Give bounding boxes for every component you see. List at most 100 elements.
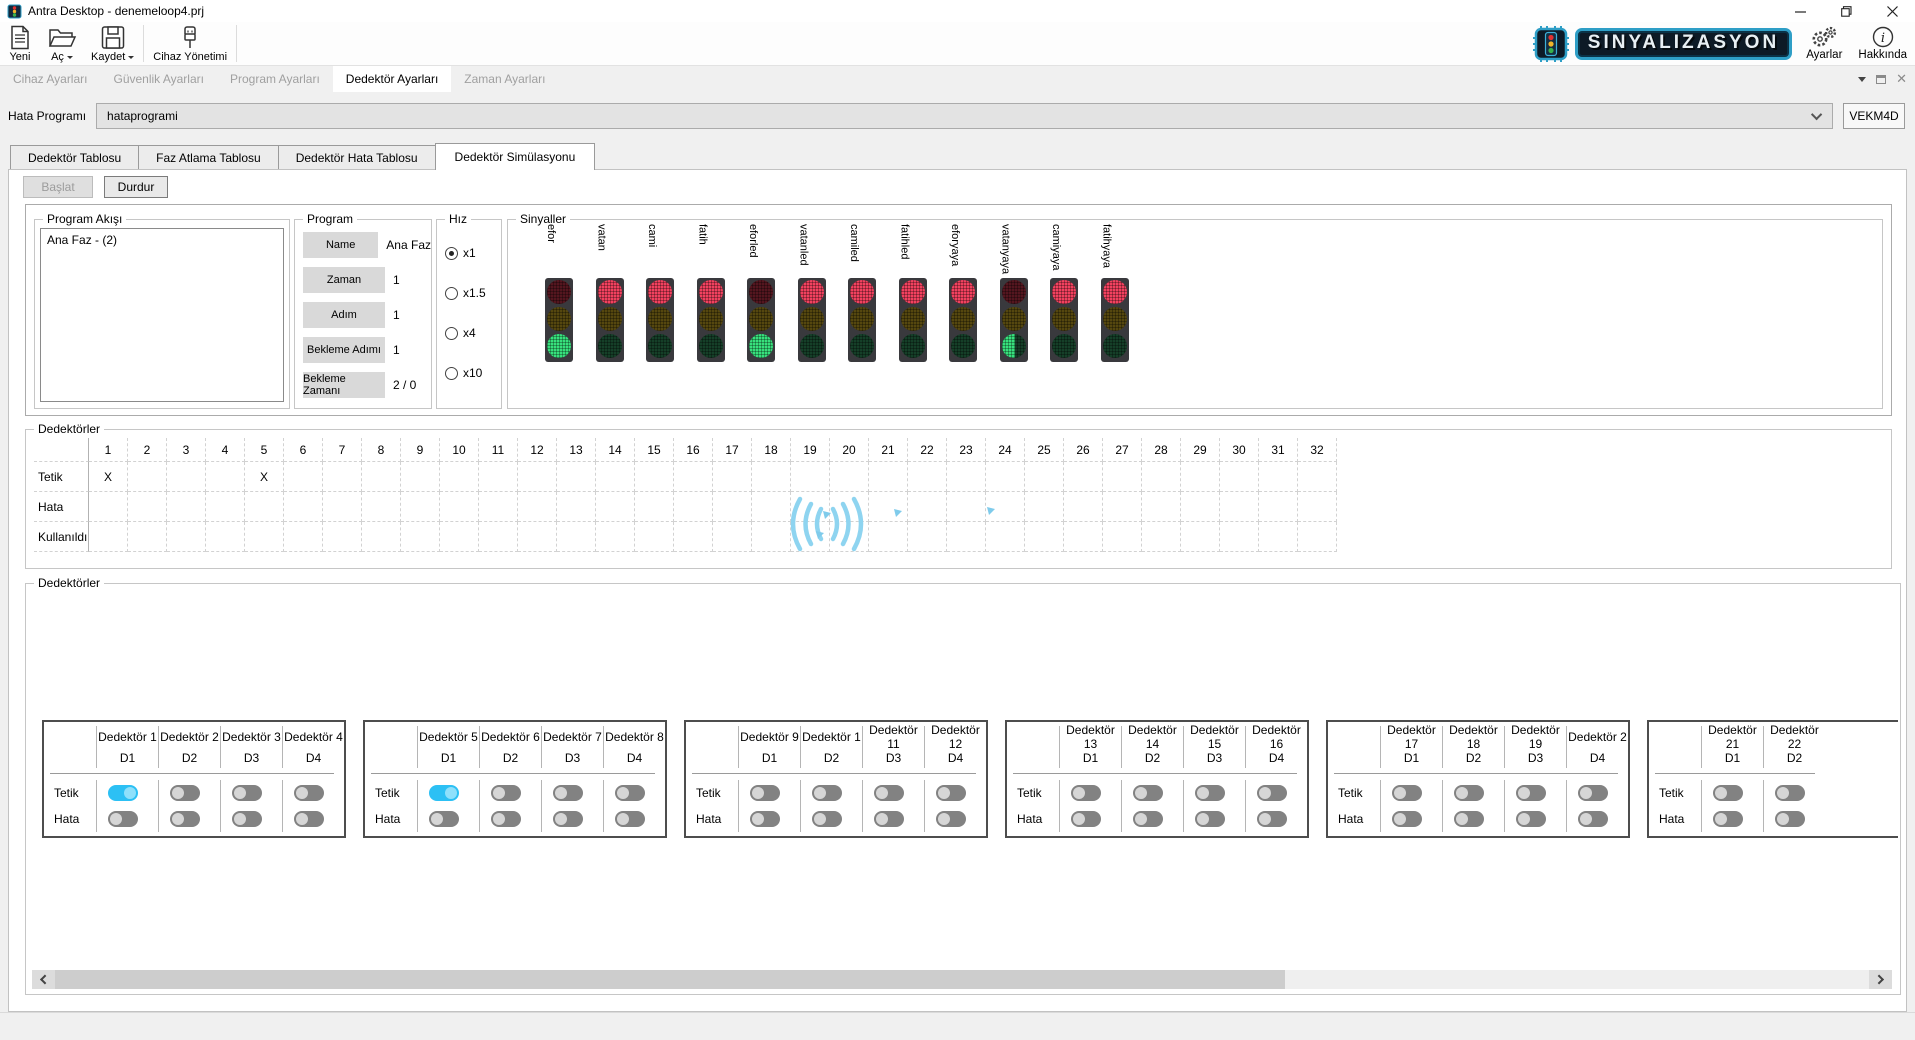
main-tab-5[interactable]: Zaman Ayarları: [451, 66, 558, 92]
hata-toggle[interactable]: [1133, 811, 1163, 827]
horizontal-scrollbar[interactable]: [32, 970, 1892, 989]
start-button[interactable]: Başlat: [23, 176, 93, 198]
tetik-toggle[interactable]: [232, 785, 262, 801]
save-dropdown-icon[interactable]: [128, 56, 134, 62]
tetik-toggle[interactable]: [294, 785, 324, 801]
sub-tab-4[interactable]: Dedektör Simülasyonu: [435, 143, 596, 170]
hata-toggle[interactable]: [1071, 811, 1101, 827]
hata-toggle[interactable]: [1257, 811, 1287, 827]
new-button[interactable]: Yeni: [0, 22, 40, 65]
hata-toggle[interactable]: [812, 811, 842, 827]
error-program-combobox[interactable]: hataprogrami: [96, 103, 1833, 129]
tetik-toggle[interactable]: [1133, 785, 1163, 801]
chevron-down-icon[interactable]: [1811, 109, 1822, 120]
scrollbar-track[interactable]: [55, 970, 1869, 989]
speed-option[interactable]: x1.5: [445, 286, 501, 300]
main-tab-2[interactable]: Güvenlik Ayarları: [100, 66, 217, 92]
device-id-button[interactable]: VEKM4D: [1843, 103, 1905, 129]
save-button[interactable]: Kaydet: [84, 22, 141, 65]
tetik-toggle[interactable]: [491, 785, 521, 801]
tetik-toggle[interactable]: [874, 785, 904, 801]
speed-option[interactable]: x1: [445, 246, 501, 260]
program-field-value: 1: [393, 273, 400, 287]
tetik-toggle[interactable]: [108, 785, 138, 801]
radio-icon[interactable]: [445, 367, 458, 380]
sub-tab-2[interactable]: Faz Atlama Tablosu: [138, 145, 279, 169]
stop-button[interactable]: Durdur: [104, 176, 168, 198]
detector-cell: [947, 492, 986, 522]
hata-toggle[interactable]: [1578, 811, 1608, 827]
tetik-toggle[interactable]: [615, 785, 645, 801]
hata-toggle[interactable]: [874, 811, 904, 827]
settings-button[interactable]: Ayarlar: [1804, 26, 1844, 61]
chevron-left-icon: [40, 975, 50, 985]
tetik-toggle[interactable]: [170, 785, 200, 801]
hata-toggle[interactable]: [615, 811, 645, 827]
sub-tab-1[interactable]: Dedektör Tablosu: [10, 145, 139, 169]
main-tab-4[interactable]: Dedektör Ayarları: [333, 66, 452, 92]
hata-toggle[interactable]: [1454, 811, 1484, 827]
error-program-label: Hata Programı: [8, 109, 86, 123]
tetik-toggle[interactable]: [429, 785, 459, 801]
tetik-toggle[interactable]: [553, 785, 583, 801]
speed-option[interactable]: x4: [445, 326, 501, 340]
hata-toggle[interactable]: [936, 811, 966, 827]
tetik-row-label: Tetik: [1651, 780, 1701, 806]
toolbar-button-label: Aç: [51, 51, 64, 63]
radio-icon[interactable]: [445, 247, 458, 260]
hata-toggle[interactable]: [294, 811, 324, 827]
hata-toggle[interactable]: [1713, 811, 1743, 827]
program-flow-item[interactable]: Ana Faz - (2): [47, 232, 277, 248]
detector-cell: [1142, 462, 1181, 492]
tetik-toggle[interactable]: [750, 785, 780, 801]
main-tab-3[interactable]: Program Ayarları: [217, 66, 333, 92]
tetik-toggle[interactable]: [1775, 785, 1805, 801]
hata-toggle[interactable]: [232, 811, 262, 827]
tetik-toggle[interactable]: [936, 785, 966, 801]
hata-toggle[interactable]: [1516, 811, 1546, 827]
radio-icon[interactable]: [445, 287, 458, 300]
hata-toggle[interactable]: [429, 811, 459, 827]
scroll-right-button[interactable]: [1869, 970, 1892, 989]
main-tab-1[interactable]: Cihaz Ayarları: [0, 66, 100, 92]
sub-tab-3[interactable]: Dedektör Hata Tablosu: [278, 145, 436, 169]
tetik-toggle[interactable]: [1713, 785, 1743, 801]
tetik-toggle[interactable]: [1454, 785, 1484, 801]
hata-toggle[interactable]: [750, 811, 780, 827]
tetik-toggle[interactable]: [1195, 785, 1225, 801]
column-header: 28: [1142, 438, 1181, 462]
open-dropdown-icon[interactable]: [67, 56, 73, 62]
tetik-toggle[interactable]: [1392, 785, 1422, 801]
device-management-button[interactable]: Cihaz Yönetimi: [146, 22, 234, 65]
hata-toggle[interactable]: [1195, 811, 1225, 827]
tetik-toggle[interactable]: [1071, 785, 1101, 801]
tetik-toggle[interactable]: [812, 785, 842, 801]
tetik-toggle[interactable]: [1257, 785, 1287, 801]
tab-list-dropdown-icon[interactable]: [1858, 77, 1866, 86]
restore-icon[interactable]: [1823, 0, 1869, 22]
about-button[interactable]: i Hakkında: [1856, 26, 1909, 61]
open-button[interactable]: Aç: [40, 22, 84, 65]
detector-title: Dedektör 9: [738, 726, 800, 748]
hata-toggle[interactable]: [553, 811, 583, 827]
float-window-icon[interactable]: [1876, 75, 1886, 84]
tetik-toggle[interactable]: [1516, 785, 1546, 801]
speed-option[interactable]: x10: [445, 366, 501, 380]
scrollbar-thumb[interactable]: [55, 970, 1285, 989]
panel-separator: [367, 768, 665, 780]
tetik-toggle[interactable]: [1578, 785, 1608, 801]
hata-toggle[interactable]: [108, 811, 138, 827]
close-tabgroup-icon[interactable]: ✕: [1896, 74, 1907, 84]
radio-icon[interactable]: [445, 327, 458, 340]
green-bulb: [901, 334, 925, 358]
close-icon[interactable]: [1869, 0, 1915, 22]
hata-toggle[interactable]: [491, 811, 521, 827]
yellow-bulb: [850, 307, 874, 331]
signal-eforled: eforled: [735, 220, 786, 408]
minimize-icon[interactable]: [1777, 0, 1823, 22]
program-flow-list[interactable]: Ana Faz - (2): [40, 228, 284, 402]
hata-toggle[interactable]: [170, 811, 200, 827]
hata-toggle[interactable]: [1392, 811, 1422, 827]
hata-toggle[interactable]: [1775, 811, 1805, 827]
scroll-left-button[interactable]: [32, 970, 55, 989]
